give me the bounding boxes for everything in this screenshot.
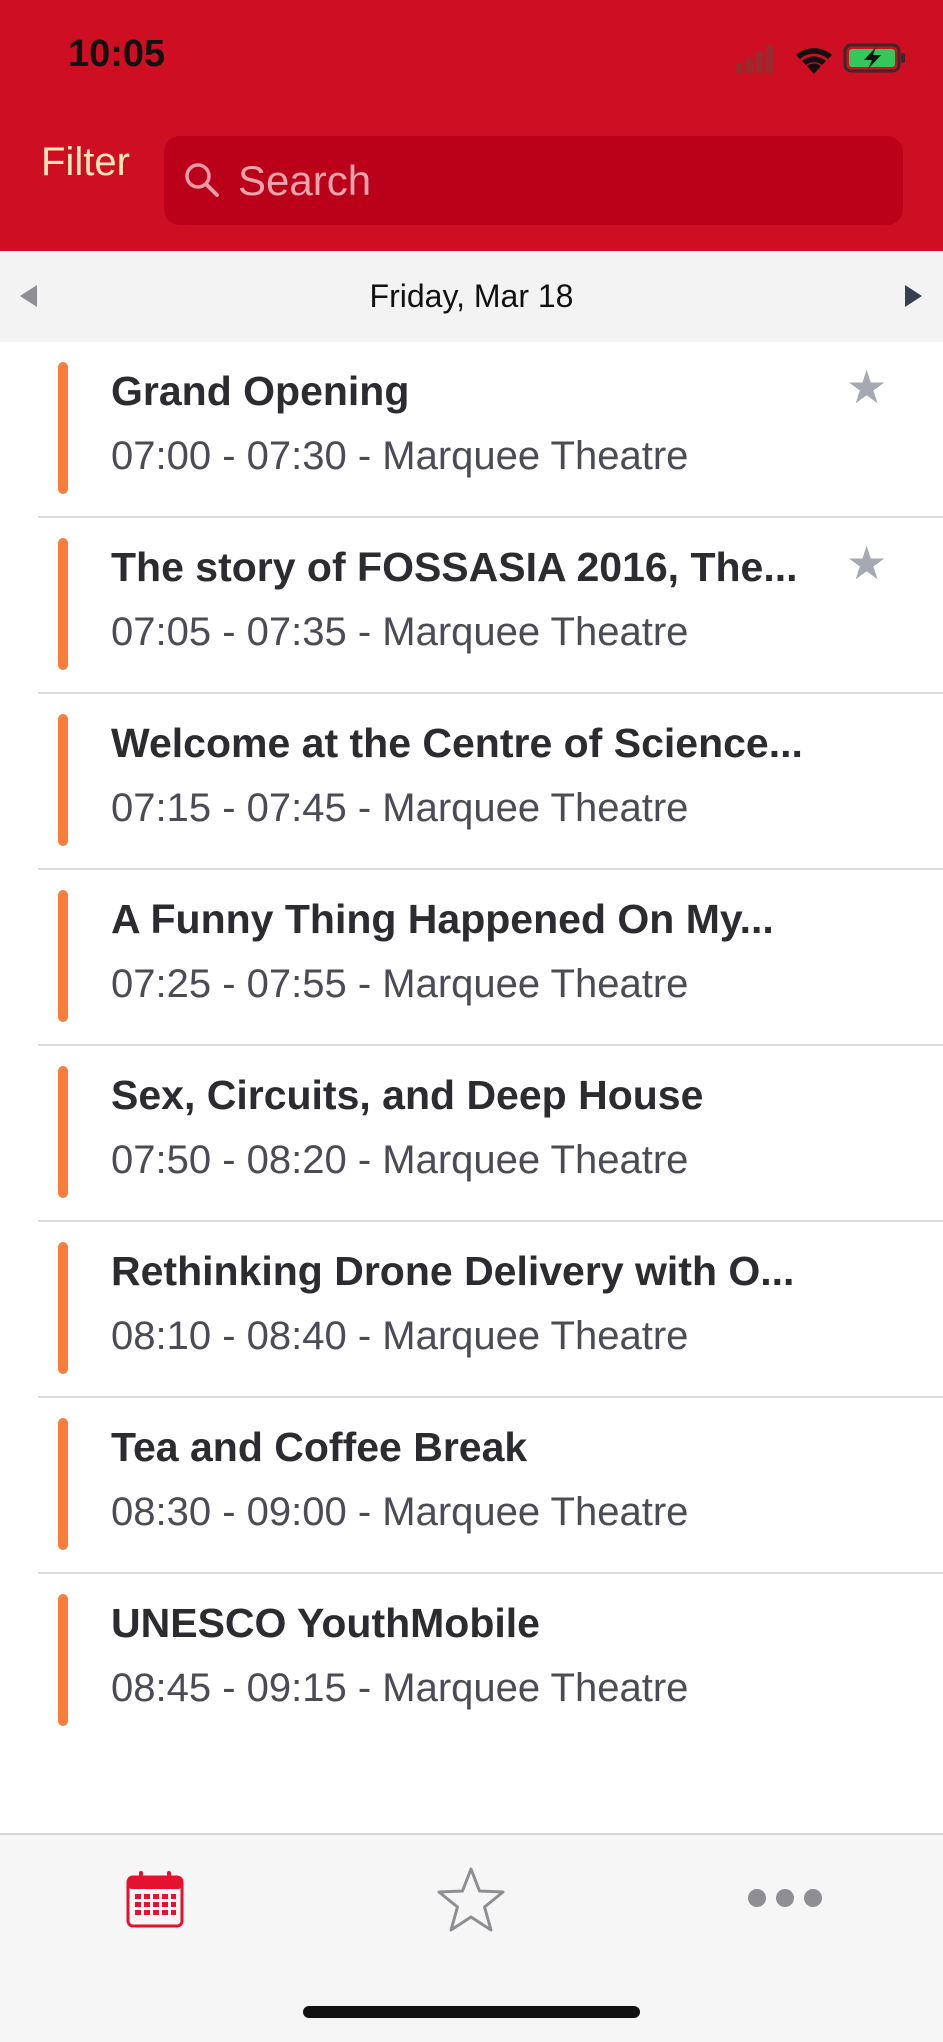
search-bar[interactable] (164, 136, 903, 225)
status-icons (736, 43, 905, 74)
track-color-bar (58, 714, 68, 846)
track-color-bar (58, 538, 68, 670)
star-icon[interactable]: ★ (846, 540, 887, 586)
session-row[interactable]: Sex, Circuits, and Deep House 07:50 - 08… (38, 1046, 943, 1222)
session-row[interactable]: Tea and Coffee Break 08:30 - 09:00 - Mar… (38, 1398, 943, 1574)
session-time-location: 07:15 - 07:45 - Marquee Theatre (111, 786, 689, 830)
date-label: Friday, Mar 18 (369, 278, 574, 314)
session-time-location: 07:05 - 07:35 - Marquee Theatre (111, 610, 689, 654)
session-title: Sex, Circuits, and Deep House (111, 1072, 704, 1118)
cellular-signal-icon (736, 45, 773, 73)
session-time-location: 08:30 - 09:00 - Marquee Theatre (111, 1490, 689, 1534)
session-row[interactable]: The story of FOSSASIA 2016, The... 07:05… (38, 518, 943, 694)
session-title: UNESCO YouthMobile (111, 1600, 540, 1646)
session-row[interactable]: Grand Opening 07:00 - 07:30 - Marquee Th… (38, 342, 943, 518)
session-row[interactable]: Welcome at the Centre of Science... 07:1… (38, 694, 943, 870)
status-time: 10:05 (68, 33, 166, 75)
nav-header: 10:05 Filter (0, 0, 943, 251)
battery-charging-icon (843, 43, 905, 73)
search-icon (185, 163, 219, 197)
track-color-bar (58, 362, 68, 494)
session-time-location: 08:45 - 09:15 - Marquee Theatre (111, 1666, 689, 1710)
next-day-arrow-icon[interactable] (905, 285, 922, 307)
more-icon[interactable] (747, 1886, 823, 1910)
session-title: Grand Opening (111, 368, 410, 414)
filter-button[interactable]: Filter (41, 140, 130, 185)
star-outline-icon[interactable] (436, 1866, 506, 1934)
session-time-location: 07:00 - 07:30 - Marquee Theatre (111, 434, 689, 478)
session-row[interactable]: A Funny Thing Happened On My... 07:25 - … (38, 870, 943, 1046)
session-row[interactable]: Rethinking Drone Delivery with O... 08:1… (38, 1222, 943, 1398)
session-time-location: 08:10 - 08:40 - Marquee Theatre (111, 1314, 689, 1358)
track-color-bar (58, 890, 68, 1022)
track-color-bar (58, 1418, 68, 1550)
search-input[interactable] (238, 136, 878, 225)
session-title: Welcome at the Centre of Science... (111, 720, 803, 766)
wifi-icon (796, 48, 832, 74)
track-color-bar (58, 1066, 68, 1198)
session-title: Tea and Coffee Break (111, 1424, 528, 1470)
session-time-location: 07:50 - 08:20 - Marquee Theatre (111, 1138, 689, 1182)
home-indicator[interactable] (303, 2006, 640, 2018)
session-title: Rethinking Drone Delivery with O... (111, 1248, 795, 1294)
session-row[interactable]: UNESCO YouthMobile 08:45 - 09:15 - Marqu… (38, 1574, 943, 1750)
session-time-location: 07:25 - 07:55 - Marquee Theatre (111, 962, 689, 1006)
session-title: A Funny Thing Happened On My... (111, 896, 774, 942)
track-color-bar (58, 1594, 68, 1726)
session-title: The story of FOSSASIA 2016, The... (111, 544, 798, 590)
calendar-icon[interactable] (125, 1869, 185, 1929)
track-color-bar (58, 1242, 68, 1374)
star-icon[interactable]: ★ (846, 364, 887, 410)
